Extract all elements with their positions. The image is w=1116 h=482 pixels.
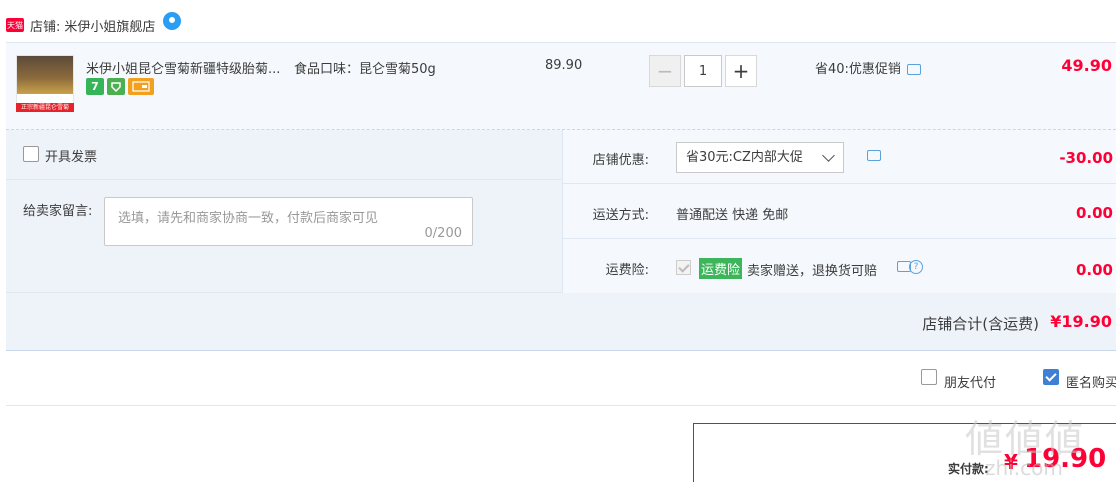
seller-message-input[interactable]: 选填，请先和商家协商一致，付款后商家可见 0/200 xyxy=(104,197,473,246)
invoice-row: 开具发票 xyxy=(6,130,561,180)
seven-day-return-icon[interactable]: 7 xyxy=(86,78,104,95)
quantity-plus-button[interactable]: + xyxy=(725,55,757,87)
wangwang-chat-icon[interactable] xyxy=(163,12,182,30)
options-right: 店铺优惠: 省30元:CZ内部大促 -30.00 运送方式: 普通配送 快递 免… xyxy=(562,130,1116,293)
insurance-label: 运费险: xyxy=(605,263,649,278)
shop-label: 店铺: xyxy=(30,19,61,35)
insurance-checkbox xyxy=(676,260,691,275)
watermark-logo: 値値値 xyxy=(965,417,1086,461)
friend-pay-label[interactable]: 朋友代付 xyxy=(944,372,996,391)
help-icon[interactable]: ? xyxy=(909,260,923,274)
product-sku: 食品口味：昆仑雪菊50g xyxy=(294,62,436,77)
friend-pay-checkbox[interactable] xyxy=(921,369,937,385)
guarantee-icon[interactable] xyxy=(107,78,125,95)
promo-detail-icon[interactable] xyxy=(906,64,921,75)
shop-total-row: 店铺合计(含运费) ¥19.90 xyxy=(6,293,1116,351)
invoice-checkbox[interactable] xyxy=(23,146,39,162)
insurance-badge: 运费险 xyxy=(699,258,743,279)
promo-info: 省40:优惠促销 xyxy=(815,58,921,77)
shipping-row: 运送方式: 普通配送 快递 免邮 0.00 xyxy=(563,185,1116,239)
anonymous-purchase-checkbox[interactable] xyxy=(1043,369,1059,385)
seller-message-label: 给卖家留言: xyxy=(23,204,93,219)
anonymous-purchase-label[interactable]: 匿名购买 xyxy=(1066,372,1116,391)
discount-detail-icon[interactable] xyxy=(867,150,881,161)
order-item-row: 正宗新疆昆仑雪菊 米伊小姐昆仑雪菊新疆特级胎菊... 食品口味：昆仑雪菊50g … xyxy=(6,42,1116,130)
extra-options-row: 朋友代付 匿名购买 xyxy=(6,352,1116,406)
shop-discount-value: 省30元:CZ内部大促 xyxy=(686,150,803,165)
item-total-price: 49.90 xyxy=(1061,56,1112,75)
card-icon[interactable] xyxy=(128,78,154,95)
order-options-panel: 开具发票 给卖家留言: 选填，请先和商家协商一致，付款后商家可见 0/200 店… xyxy=(6,130,1116,293)
shop-header: 天猫 店铺: 米伊小姐旗舰店 xyxy=(6,12,182,36)
tmall-badge-icon: 天猫 xyxy=(6,18,24,32)
service-icons: 7 xyxy=(86,78,154,95)
shop-discount-select[interactable]: 省30元:CZ内部大促 xyxy=(676,142,844,173)
product-thumbnail-banner: 正宗新疆昆仑雪菊 xyxy=(16,103,74,112)
promo-text: 省40:优惠促销 xyxy=(815,62,901,77)
shop-discount-label: 店铺优惠: xyxy=(592,153,649,168)
quantity-stepper: − + xyxy=(649,55,757,87)
insurance-text: 卖家赠送，退换货可赔 xyxy=(747,264,878,279)
insurance-row: 运费险: 运费险 卖家赠送，退换货可赔 ? 0.00 xyxy=(563,240,1116,294)
seller-message-placeholder: 选填，请先和商家协商一致，付款后商家可见 xyxy=(118,211,379,226)
seller-message-counter: 0/200 xyxy=(424,226,462,241)
shipping-label: 运送方式: xyxy=(592,208,649,223)
shop-discount-row: 店铺优惠: 省30元:CZ内部大促 -30.00 xyxy=(563,130,1116,184)
options-left: 开具发票 给卖家留言: 选填，请先和商家协商一致，付款后商家可见 0/200 xyxy=(6,130,561,293)
shop-discount-amount: -30.00 xyxy=(1059,149,1113,167)
shipping-amount: 0.00 xyxy=(1075,204,1113,222)
insurance-amount: 0.00 xyxy=(1075,261,1113,279)
shop-name-link[interactable]: 米伊小姐旗舰店 xyxy=(64,16,155,35)
chevron-down-icon xyxy=(822,149,835,162)
invoice-label[interactable]: 开具发票 xyxy=(45,146,97,165)
unit-price: 89.90 xyxy=(545,58,583,73)
watermark-url: zhi.com xyxy=(985,456,1063,480)
quantity-minus-button[interactable]: − xyxy=(649,55,681,87)
shop-total-label: 店铺合计(含运费) xyxy=(922,315,1039,333)
shipping-value: 普通配送 快递 免邮 xyxy=(676,208,789,223)
shop-total-amount: ¥19.90 xyxy=(1050,312,1112,331)
product-title-link[interactable]: 米伊小姐昆仑雪菊新疆特级胎菊... xyxy=(86,58,280,77)
quantity-input[interactable] xyxy=(684,55,722,87)
